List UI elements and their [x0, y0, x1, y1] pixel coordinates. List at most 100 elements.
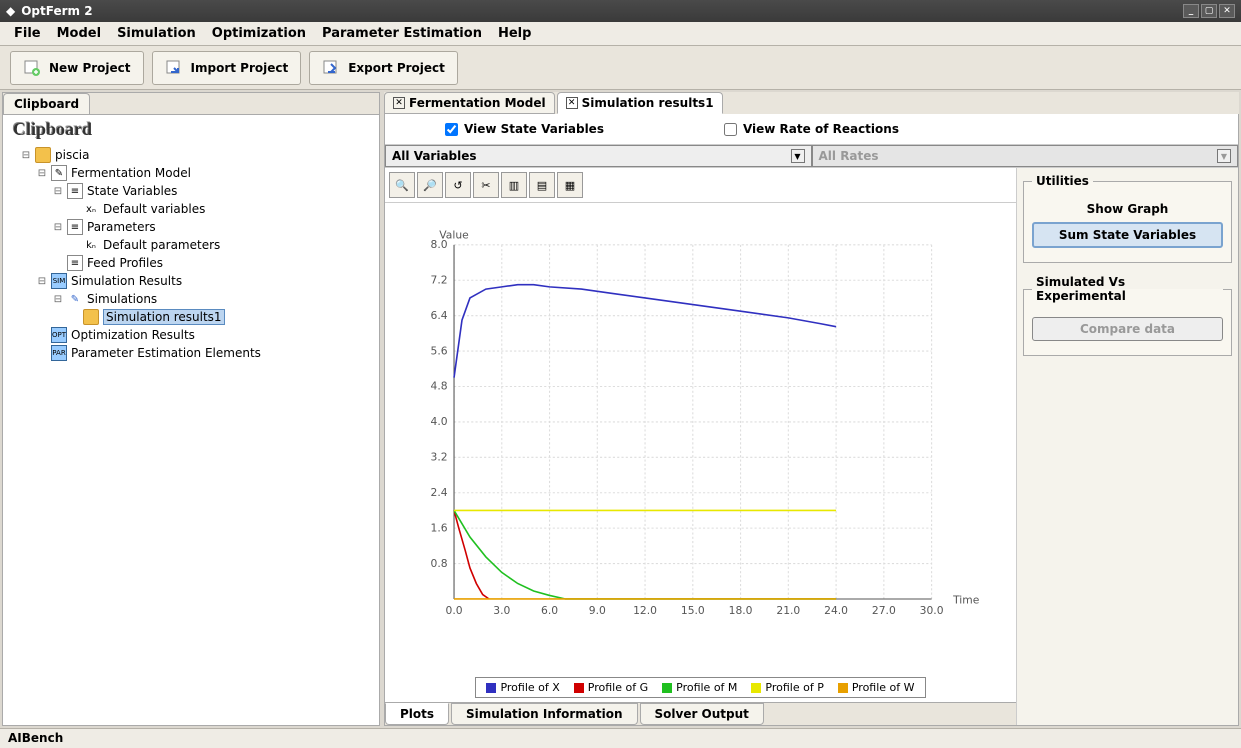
tree-params[interactable]: Parameters — [87, 220, 156, 234]
menu-simulation[interactable]: Simulation — [109, 23, 204, 44]
svg-text:Value: Value — [439, 228, 469, 241]
import-project-icon — [165, 59, 183, 77]
menu-help[interactable]: Help — [490, 23, 539, 44]
tree-state-vars[interactable]: State Variables — [87, 184, 177, 198]
sim-vs-exp-fieldset: Simulated Vs Experimental Compare data — [1023, 275, 1232, 356]
import-project-button[interactable]: Import Project — [152, 51, 302, 85]
tree-handle[interactable]: ⊟ — [53, 186, 63, 197]
tree-param-est[interactable]: Parameter Estimation Elements — [71, 346, 261, 360]
svg-text:3.2: 3.2 — [431, 451, 448, 464]
param-icon: kₙ — [83, 237, 99, 253]
legend-item: Profile of W — [838, 681, 915, 694]
dd-label: All Rates — [819, 149, 879, 163]
tab-simulation-results1[interactable]: ✕ Simulation results1 — [557, 92, 723, 114]
close-icon[interactable]: ✕ — [566, 97, 578, 109]
btab-plots[interactable]: Plots — [385, 703, 449, 725]
statusbar: AIBench — [0, 728, 1241, 748]
check-state-vars-box[interactable] — [445, 123, 458, 136]
svg-text:18.0: 18.0 — [729, 604, 753, 617]
new-project-icon — [23, 59, 41, 77]
tree-root[interactable]: piscia — [55, 148, 90, 162]
tab-label: Simulation results1 — [582, 96, 714, 110]
tree-simulations[interactable]: Simulations — [87, 292, 157, 306]
tree-model[interactable]: Fermentation Model — [71, 166, 191, 180]
btab-solver-output[interactable]: Solver Output — [640, 703, 764, 725]
tab-fermentation-model[interactable]: ✕Fermentation Model — [384, 92, 555, 114]
plot[interactable]: 0.03.06.09.012.015.018.021.024.027.030.0… — [385, 203, 1016, 673]
tree-handle[interactable]: ⊟ — [53, 294, 63, 305]
var-icon: xₙ — [83, 201, 99, 217]
close-icon[interactable]: ✕ — [393, 97, 405, 109]
tree-handle[interactable]: ⊟ — [53, 222, 63, 233]
right-panel: ✕Fermentation Model ✕ Simulation results1… — [384, 92, 1239, 726]
tree-default-vars[interactable]: Default variables — [103, 202, 205, 216]
zoom-in-icon[interactable]: 🔍 — [389, 172, 415, 198]
titlebar: ◆ OptFerm 2 _ ▢ ✕ — [0, 0, 1241, 22]
chart-toolbar: 🔍 🔎 ↺ ✂ ▥ ▤ ▦ — [385, 168, 1016, 203]
svg-text:12.0: 12.0 — [633, 604, 657, 617]
chart-type-icon[interactable]: ▥ — [501, 172, 527, 198]
export-project-button[interactable]: Export Project — [309, 51, 458, 85]
right-tabs: ✕Fermentation Model ✕ Simulation results1 — [384, 92, 1239, 114]
tree-handle[interactable]: ⊟ — [37, 276, 47, 287]
window-title: OptFerm 2 — [21, 4, 92, 18]
check-state-vars[interactable]: View State Variables — [445, 122, 604, 136]
legend-item: Profile of X — [486, 681, 559, 694]
legend-item: Profile of P — [751, 681, 823, 694]
menu-optimization[interactable]: Optimization — [204, 23, 314, 44]
left-panel: Clipboard Clipboard ⊟piscia ⊟✎Fermentati… — [2, 92, 380, 726]
menu-file[interactable]: File — [6, 23, 49, 44]
toolbar: New Project Import Project Export Projec… — [0, 46, 1241, 90]
sum-state-vars-button[interactable]: Sum State Variables — [1032, 222, 1223, 248]
close-button[interactable]: ✕ — [1219, 4, 1235, 18]
check-label: View Rate of Reactions — [743, 122, 899, 136]
svg-text:6.4: 6.4 — [431, 309, 448, 322]
tree-handle[interactable]: ⊟ — [21, 150, 31, 161]
menu-parameter-estimation[interactable]: Parameter Estimation — [314, 23, 490, 44]
export-chart-icon[interactable]: ▤ — [529, 172, 555, 198]
tree-handle[interactable]: ⊟ — [37, 168, 47, 179]
tree-feed[interactable]: Feed Profiles — [87, 256, 163, 270]
svg-text:7.2: 7.2 — [431, 273, 448, 286]
check-rate-reactions[interactable]: View Rate of Reactions — [724, 122, 899, 136]
crosshair-icon[interactable]: ✂ — [473, 172, 499, 198]
tree-sim-results1[interactable]: Simulation results1 — [103, 309, 225, 325]
check-label: View State Variables — [464, 122, 604, 136]
check-rate-box[interactable] — [724, 123, 737, 136]
grid-icon[interactable]: ▦ — [557, 172, 583, 198]
svg-text:4.8: 4.8 — [431, 380, 448, 393]
reset-zoom-icon[interactable]: ↺ — [445, 172, 471, 198]
zoom-out-icon[interactable]: 🔎 — [417, 172, 443, 198]
svg-text:9.0: 9.0 — [589, 604, 606, 617]
svg-text:4.0: 4.0 — [431, 415, 448, 428]
new-project-button[interactable]: New Project — [10, 51, 144, 85]
tree-sim-results[interactable]: Simulation Results — [71, 274, 182, 288]
chevron-down-icon: ▼ — [1217, 149, 1231, 163]
compare-data-button: Compare data — [1032, 317, 1223, 341]
sims-icon: ✎ — [67, 291, 83, 307]
maximize-button[interactable]: ▢ — [1201, 4, 1217, 18]
tab-clipboard[interactable]: Clipboard — [3, 93, 90, 114]
export-project-label: Export Project — [348, 61, 445, 75]
sim-vs-exp-title: Simulated Vs Experimental — [1032, 275, 1223, 303]
svg-text:1.6: 1.6 — [431, 521, 448, 534]
utilities-fieldset: Utilities Show Graph Sum State Variables — [1023, 174, 1232, 263]
btab-sim-info[interactable]: Simulation Information — [451, 703, 637, 725]
import-project-label: Import Project — [191, 61, 289, 75]
dropdown-variables[interactable]: All Variables▼ — [385, 145, 812, 167]
main-area: Clipboard Clipboard ⊟piscia ⊟✎Fermentati… — [0, 90, 1241, 728]
tree-default-params[interactable]: Default parameters — [103, 238, 220, 252]
tree-opt-results[interactable]: Optimization Results — [71, 328, 195, 342]
list-icon: ≡ — [67, 255, 83, 271]
list-icon: ≡ — [67, 219, 83, 235]
menu-model[interactable]: Model — [49, 23, 109, 44]
legend-item: Profile of G — [574, 681, 648, 694]
minimize-button[interactable]: _ — [1183, 4, 1199, 18]
left-panel-tabs: Clipboard — [3, 93, 379, 115]
chevron-down-icon[interactable]: ▼ — [791, 149, 805, 163]
app-icon: ◆ — [6, 4, 15, 18]
legend-item: Profile of M — [662, 681, 737, 694]
folder-icon — [83, 309, 99, 325]
show-graph-heading: Show Graph — [1032, 202, 1223, 216]
svg-text:24.0: 24.0 — [824, 604, 848, 617]
